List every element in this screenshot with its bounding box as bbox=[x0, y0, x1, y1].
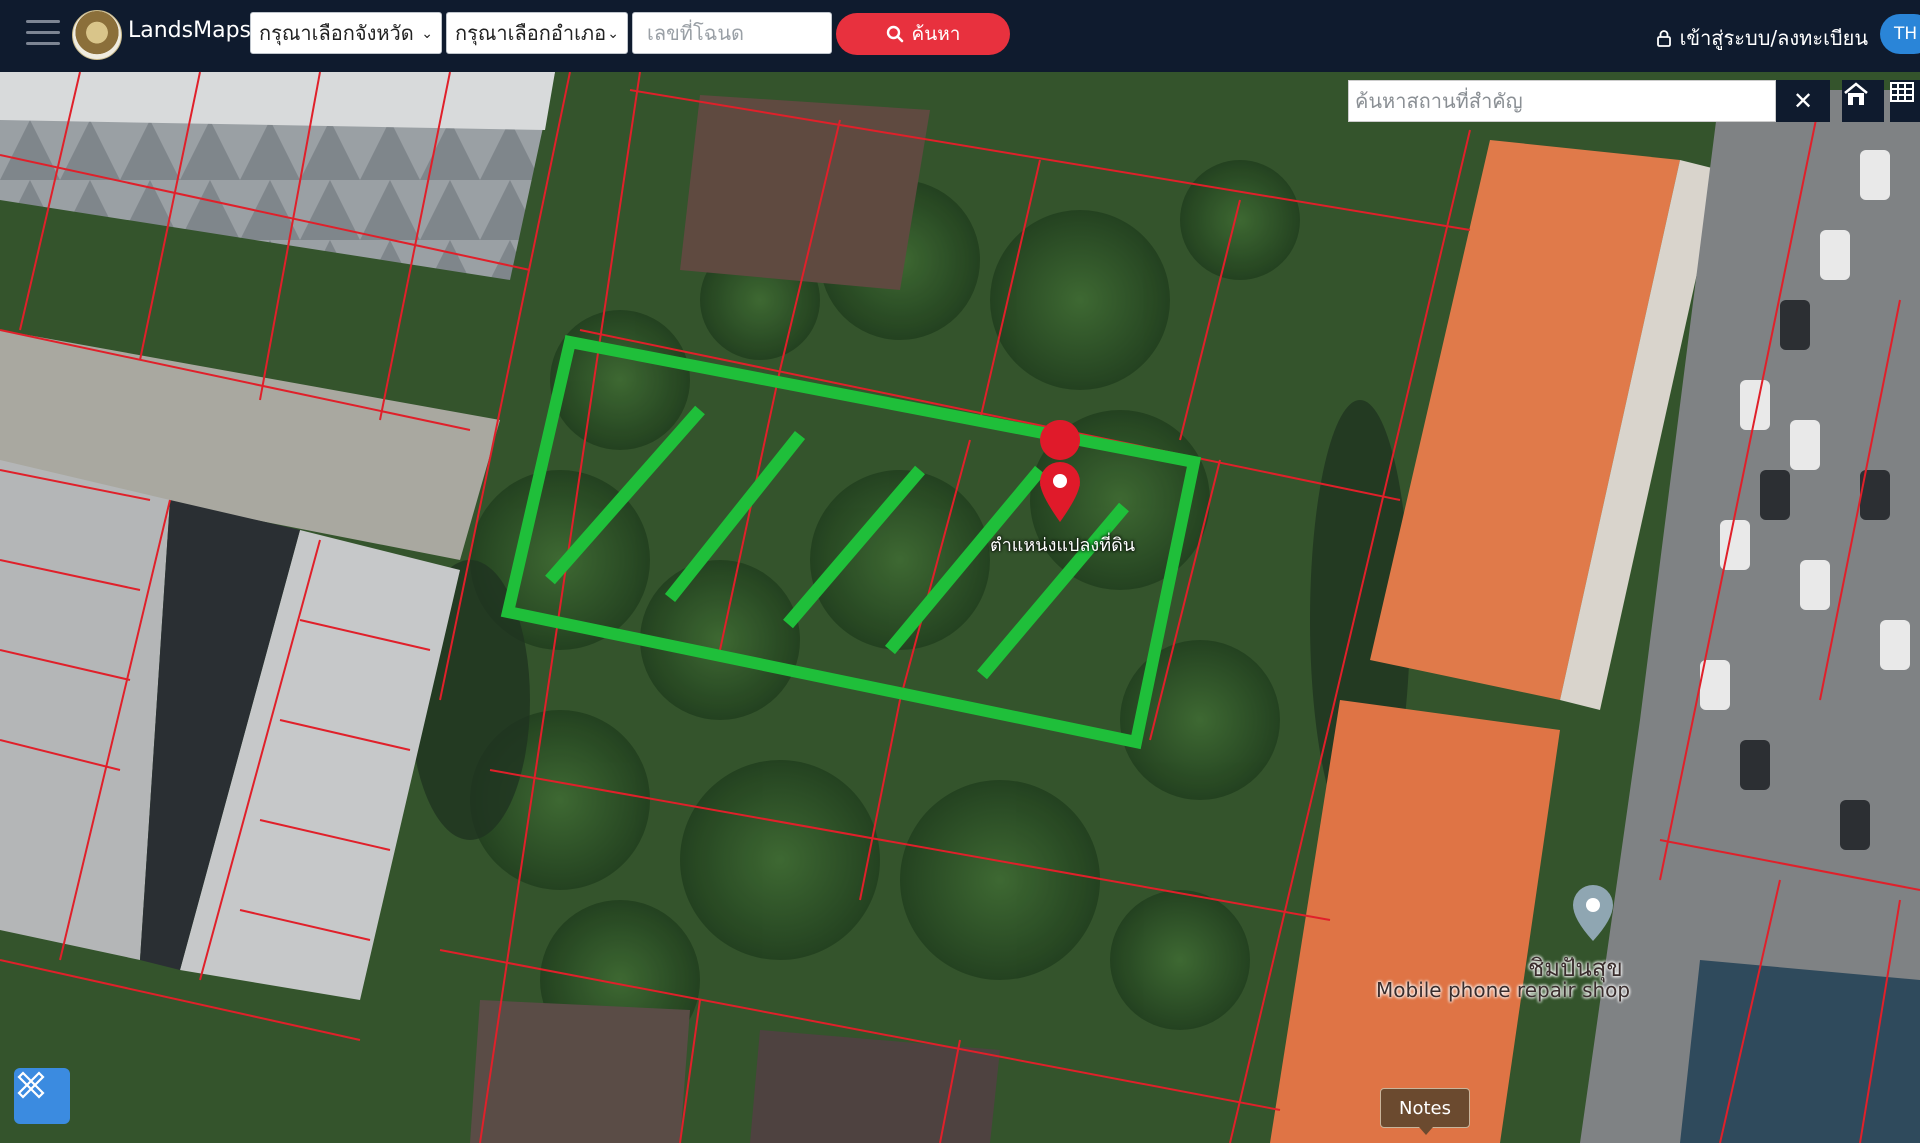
map-view[interactable]: ตำแหน่งแปลงที่ดิน ชิมปันสุข Mobile phone… bbox=[0, 72, 1920, 1143]
login-link[interactable]: เข้าสู่ระบบ/ลงทะเบียน bbox=[1656, 22, 1868, 54]
landsmaps-logo bbox=[72, 10, 122, 60]
search-button-label: ค้นหา bbox=[911, 23, 961, 45]
brown-roof-bottom bbox=[470, 1000, 690, 1143]
chevron-down-icon: ⌄ bbox=[421, 26, 433, 42]
clear-search-button[interactable]: ✕ bbox=[1776, 80, 1830, 122]
parcel-marker-label: ตำแหน่งแปลงที่ดิน bbox=[990, 535, 1136, 556]
warehouse-left-lower bbox=[0, 460, 170, 960]
menu-icon[interactable] bbox=[26, 20, 60, 46]
chevron-down-icon: ⌄ bbox=[607, 26, 619, 42]
login-label: เข้าสู่ระบบ/ลงทะเบียน bbox=[1679, 26, 1868, 50]
search-icon bbox=[886, 25, 903, 43]
top-navbar: LandsMaps กรุณาเลือกจังหวัด ⌄ กรุณาเลือก… bbox=[0, 0, 1920, 72]
province-select-value: กรุณาเลือกจังหวัด bbox=[259, 21, 414, 45]
landmark-search-input[interactable] bbox=[1348, 80, 1776, 122]
poi-label-english: Mobile phone repair shop bbox=[1376, 978, 1631, 1002]
brown-roof-bottom-2 bbox=[750, 1030, 1000, 1143]
language-toggle[interactable]: TH bbox=[1880, 14, 1920, 54]
brown-roof-top bbox=[680, 95, 930, 290]
home-button[interactable] bbox=[1842, 80, 1884, 122]
grid-icon bbox=[1890, 82, 1914, 102]
amphoe-select-value: กรุณาเลือกอำเภอ bbox=[455, 21, 607, 45]
layer-grid-button[interactable] bbox=[1890, 80, 1920, 122]
province-select[interactable]: กรุณาเลือกจังหวัด ⌄ bbox=[250, 12, 442, 54]
satellite-map bbox=[0, 72, 1920, 1143]
lock-icon bbox=[1656, 30, 1671, 47]
search-button[interactable]: ค้นหา bbox=[836, 13, 1010, 55]
brand-name: LandsMaps bbox=[128, 18, 251, 43]
warehouse-roof-white bbox=[0, 72, 555, 130]
ruler-pencil-icon bbox=[17, 1071, 45, 1099]
deed-number-input[interactable] bbox=[632, 12, 832, 54]
amphoe-select[interactable]: กรุณาเลือกอำเภอ ⌄ bbox=[446, 12, 628, 54]
measure-tool-button[interactable] bbox=[14, 1068, 70, 1124]
home-icon bbox=[1844, 82, 1868, 105]
close-icon: ✕ bbox=[1792, 87, 1814, 115]
dark-rooftop bbox=[1680, 960, 1920, 1143]
notes-button[interactable]: Notes bbox=[1380, 1088, 1470, 1135]
